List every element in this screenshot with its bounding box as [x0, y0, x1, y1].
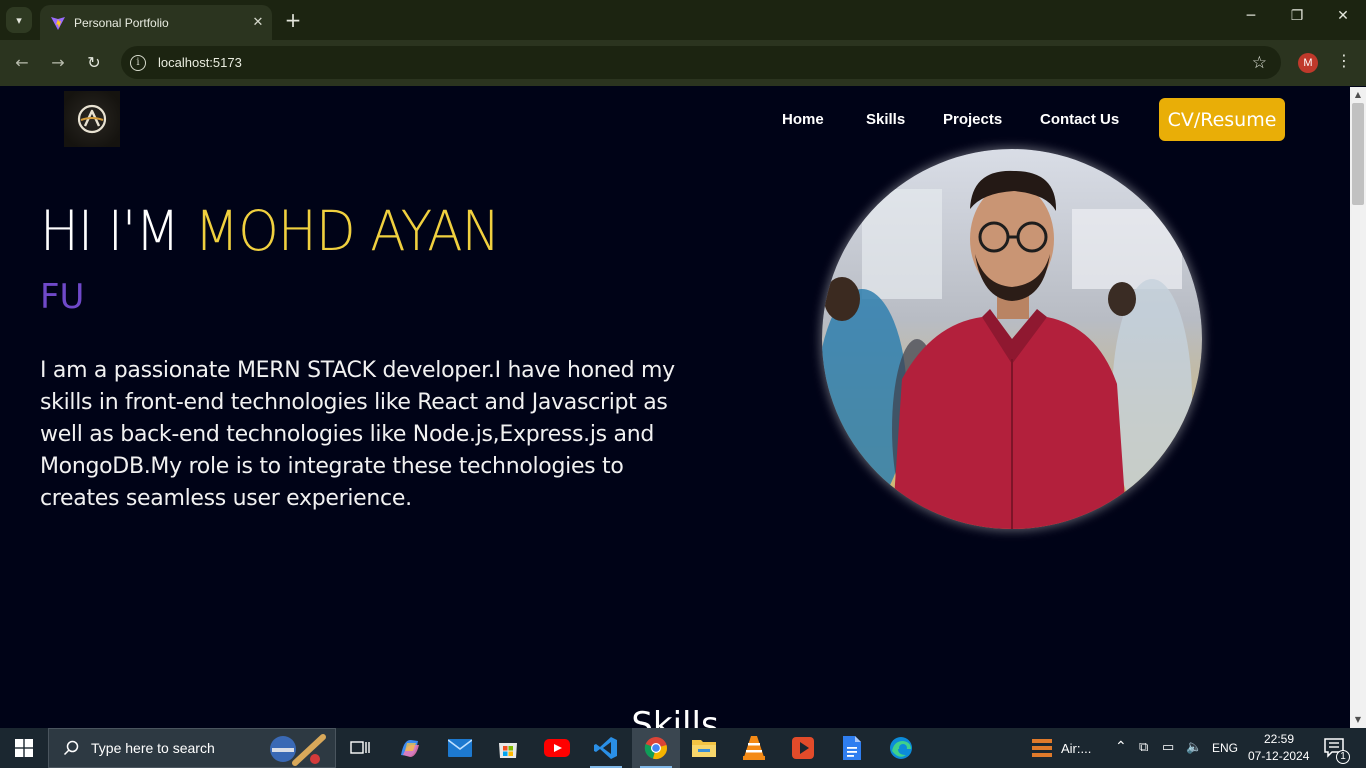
- site-logo[interactable]: [64, 91, 120, 147]
- address-bar[interactable]: i localhost:5173 ☆: [121, 46, 1281, 79]
- browser-tab[interactable]: Personal Portfolio ✕: [40, 5, 272, 40]
- url-text[interactable]: localhost:5173: [158, 55, 1252, 70]
- start-button[interactable]: [0, 728, 48, 768]
- battery-network-icon[interactable]: ▭: [1162, 739, 1174, 755]
- bookmark-star-icon[interactable]: ☆: [1252, 53, 1267, 73]
- clock-time[interactable]: 22:59: [1264, 732, 1294, 746]
- tab-close-icon[interactable]: ✕: [244, 15, 272, 30]
- air-quality-icon[interactable]: [1032, 737, 1052, 759]
- windows-taskbar: Type here to search Air:... ⌃ ⧉ ▭ 🔈 ENG …: [0, 728, 1366, 768]
- media-player-app[interactable]: [779, 728, 827, 768]
- hero-greeting: HI I'M: [40, 199, 195, 263]
- windows-logo-icon: [15, 739, 33, 757]
- scroll-down-arrow-icon[interactable]: ▼: [1350, 712, 1366, 728]
- tab-title: Personal Portfolio: [74, 15, 169, 30]
- language-indicator[interactable]: ENG: [1212, 741, 1238, 755]
- vlc-icon: [743, 736, 765, 760]
- vite-favicon-icon: [51, 16, 65, 30]
- nav-projects[interactable]: Projects: [943, 111, 1002, 128]
- vscode-icon: [594, 737, 617, 759]
- meet-now-icon[interactable]: ⧉: [1139, 739, 1148, 755]
- hero-description: I am a passionate MERN STACK developer.I…: [40, 358, 675, 511]
- skills-section-heading: Skills: [631, 705, 719, 728]
- page-scrollbar[interactable]: ▲ ▼: [1350, 87, 1366, 728]
- edge-app[interactable]: [877, 728, 925, 768]
- hero-name: MOHD AYAN: [194, 199, 500, 263]
- hero-typed-text: FU: [40, 277, 85, 317]
- site-info-icon[interactable]: i: [130, 54, 146, 71]
- taskbar-search-box[interactable]: Type here to search: [48, 728, 336, 768]
- minimize-button[interactable]: ─: [1228, 8, 1274, 24]
- microsoft-store-app[interactable]: [484, 728, 532, 768]
- browser-tab-bar: ▾ Personal Portfolio ✕ + ─ ❐ ✕: [0, 0, 1366, 40]
- youtube-icon: [544, 739, 570, 757]
- nav-skills[interactable]: Skills: [866, 111, 905, 128]
- restore-button[interactable]: ❐: [1274, 8, 1320, 24]
- chrome-icon: [644, 737, 667, 759]
- forward-button[interactable]: →: [47, 52, 69, 74]
- vlc-app[interactable]: [730, 728, 778, 768]
- volume-icon[interactable]: 🔈: [1186, 739, 1202, 755]
- profile-photo-illustration: [822, 149, 1202, 529]
- notification-count-badge: 1: [1336, 750, 1350, 764]
- profile-photo: [822, 149, 1202, 529]
- hero-heading: HI I'M MOHD AYAN: [40, 199, 500, 263]
- docs-icon: [843, 736, 861, 760]
- nav-contact-us[interactable]: Contact Us: [1040, 111, 1119, 128]
- edge-icon: [890, 737, 912, 759]
- page-viewport: Home Skills Projects Contact Us CV/Resum…: [0, 87, 1350, 728]
- chrome-app[interactable]: [632, 728, 680, 768]
- scrollbar-thumb[interactable]: [1352, 103, 1364, 205]
- back-button[interactable]: ←: [11, 52, 33, 74]
- clock-date[interactable]: 07-12-2024: [1248, 749, 1309, 763]
- file-explorer-app[interactable]: [680, 728, 728, 768]
- store-icon: [499, 743, 517, 758]
- mail-icon: [448, 739, 472, 757]
- copilot-app[interactable]: [386, 728, 434, 768]
- new-tab-button[interactable]: +: [282, 8, 304, 32]
- vscode-app[interactable]: [582, 728, 630, 768]
- window-close-button[interactable]: ✕: [1320, 8, 1366, 24]
- profile-avatar[interactable]: M: [1298, 53, 1318, 73]
- cv-resume-button[interactable]: CV/Resume: [1159, 98, 1285, 141]
- nav-home[interactable]: Home: [782, 111, 824, 128]
- google-docs-app[interactable]: [828, 728, 876, 768]
- cricket-search-highlight-icon: [270, 734, 326, 766]
- search-icon: [63, 740, 79, 756]
- player-icon: [792, 737, 814, 759]
- logo-a-icon: [77, 104, 107, 134]
- browser-menu-icon[interactable]: ⋮: [1335, 51, 1353, 70]
- task-view-button[interactable]: [336, 728, 384, 768]
- youtube-app[interactable]: [533, 728, 581, 768]
- browser-toolbar: ← → ↻ i localhost:5173 ☆ M ⋮: [0, 40, 1366, 86]
- search-placeholder: Type here to search: [91, 740, 215, 756]
- task-view-icon: [350, 741, 370, 754]
- air-quality-label[interactable]: Air:...: [1061, 741, 1091, 756]
- reload-button[interactable]: ↻: [83, 52, 105, 74]
- copilot-icon: [401, 739, 419, 757]
- tray-overflow-chevron-icon[interactable]: ⌃: [1115, 738, 1127, 755]
- folder-icon: [692, 740, 716, 757]
- mail-app[interactable]: [436, 728, 484, 768]
- tab-search-button[interactable]: ▾: [6, 7, 32, 33]
- scroll-up-arrow-icon[interactable]: ▲: [1350, 87, 1366, 103]
